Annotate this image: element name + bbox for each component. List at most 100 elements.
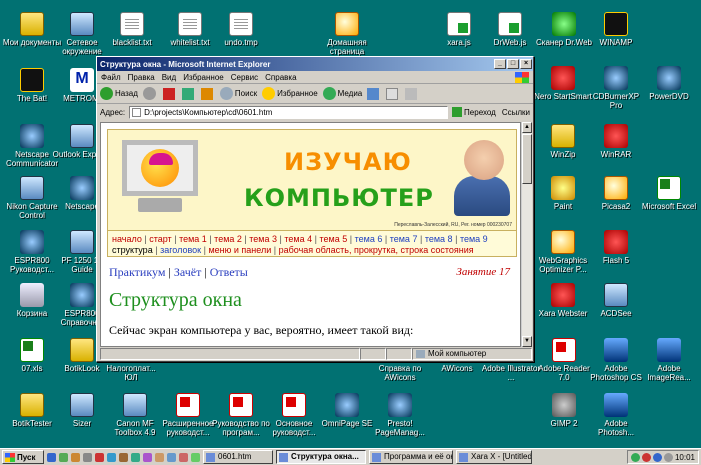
quicklaunch-icon[interactable] — [191, 452, 200, 462]
links-button[interactable]: Ссылки — [502, 108, 530, 117]
desktop-icon-presto[interactable]: Presto! PageManag... — [370, 393, 430, 437]
desktop-icon-main-guide[interactable]: Основное руководст... — [264, 393, 324, 437]
quicklaunch-icon[interactable] — [107, 452, 116, 462]
go-button[interactable]: Переход — [452, 107, 496, 117]
quicklaunch-icon[interactable] — [131, 452, 140, 462]
nav-link-topic-1[interactable]: тема 1 — [179, 234, 207, 244]
tray-icon[interactable] — [641, 452, 651, 462]
refresh-button[interactable] — [181, 87, 196, 100]
nav-link-title[interactable]: заголовок — [160, 245, 201, 255]
desktop-icon-powerdvd[interactable]: PowerDVD — [639, 66, 699, 101]
clock[interactable]: 10:01 — [675, 453, 695, 462]
quicklaunch-icon[interactable] — [167, 452, 176, 462]
desktop-icon-sizer[interactable]: Sizer — [52, 393, 112, 428]
address-input[interactable]: D:\projects\Компьютер\cd\0601.htm — [129, 105, 449, 119]
forward-button[interactable] — [142, 87, 158, 100]
desktop-icon-homepage[interactable]: Домашняя страница — [317, 12, 377, 56]
scroll-down-button[interactable]: ▼ — [522, 336, 532, 347]
task-structure-window[interactable]: Структура окна... — [276, 450, 366, 464]
menu-help[interactable]: Справка — [265, 73, 296, 82]
nav-link-topic-3[interactable]: тема 3 — [249, 234, 277, 244]
desktop-icon-webgraphics[interactable]: WebGraphics Optimizer P... — [533, 230, 593, 274]
volume-icon[interactable] — [663, 452, 673, 462]
excel-file-icon — [20, 338, 44, 362]
maximize-button[interactable]: □ — [507, 59, 519, 69]
desktop-icon-undo[interactable]: undo.tmp — [211, 12, 271, 47]
network-icon — [70, 12, 94, 36]
desktop-icon-paint[interactable]: Paint — [533, 176, 593, 211]
media-button[interactable]: Медиа — [322, 87, 362, 100]
desktop-icon-photoshop-cs[interactable]: Adobe Photoshop CS — [586, 338, 646, 382]
desktop-icon-nero[interactable]: Nero StartSmart — [533, 66, 593, 101]
home-button[interactable] — [200, 87, 215, 100]
task-xara[interactable]: Xara X - [Untitled1 *] — [456, 450, 532, 464]
quicklaunch-ie-icon[interactable] — [47, 452, 56, 462]
link-practicum[interactable]: Практикум — [109, 265, 165, 279]
desktop-icon-winamp[interactable]: WINAMP — [586, 12, 646, 47]
quicklaunch-icon[interactable] — [119, 452, 128, 462]
link-answers[interactable]: Ответы — [210, 265, 248, 279]
menu-tools[interactable]: Сервис — [231, 73, 258, 82]
scroll-thumb[interactable] — [522, 134, 532, 184]
menu-favorites[interactable]: Избранное — [183, 73, 224, 82]
nav-link-topic-9[interactable]: тема 9 — [460, 234, 488, 244]
desktop-icon-blacklist[interactable]: blacklist.txt — [102, 12, 162, 47]
quicklaunch-icon[interactable] — [179, 452, 188, 462]
history-button[interactable] — [367, 87, 381, 100]
nav-link-topic-8[interactable]: тема 8 — [425, 234, 453, 244]
desktop-icon-excel[interactable]: Microsoft Excel — [639, 176, 699, 211]
tray-icon[interactable] — [652, 452, 662, 462]
menu-view[interactable]: Вид — [162, 73, 176, 82]
start-button[interactable]: Пуск — [2, 450, 44, 464]
desktop-icon-canon-toolbox[interactable]: Canon MF Toolbox 4.9 — [105, 393, 165, 437]
mail-button[interactable] — [386, 87, 400, 100]
desktop-icon-ext-guide[interactable]: Расширенное руководст... — [158, 393, 218, 437]
back-button[interactable]: Назад — [100, 87, 138, 100]
desktop-icon-acdsee[interactable]: ACDSee — [586, 283, 646, 318]
desktop-icon-photoshop[interactable]: Adobe Photosh... — [586, 393, 646, 437]
desktop-icon-gimp[interactable]: GIMP 2 — [534, 393, 594, 428]
search-button[interactable]: Поиск — [219, 87, 257, 100]
desktop-icon-xara-webster[interactable]: Xara Webster — [533, 283, 593, 318]
nav-link-topic-4[interactable]: тема 4 — [284, 234, 312, 244]
quicklaunch-icon[interactable] — [71, 452, 80, 462]
quicklaunch-icon[interactable] — [95, 452, 104, 462]
quicklaunch-icon[interactable] — [155, 452, 164, 462]
desktop-icon-drweb-scanner[interactable]: Сканер Dr.Web — [534, 12, 594, 47]
nav-link-topic-5[interactable]: тема 5 — [320, 234, 348, 244]
quicklaunch-icon[interactable] — [143, 452, 152, 462]
nav-link-topic-6[interactable]: тема 6 — [355, 234, 383, 244]
menu-edit[interactable]: Правка — [128, 73, 155, 82]
desktop-icon-imageready[interactable]: Adobe ImageRea... — [639, 338, 699, 382]
desktop-icon-prog-guide[interactable]: Руководство по програм... — [211, 393, 271, 437]
quicklaunch-desktop-icon[interactable] — [59, 452, 68, 462]
nav-link-topic-7[interactable]: тема 7 — [390, 234, 418, 244]
desktop-icon-omnipage[interactable]: OmniPage SE — [317, 393, 377, 428]
favorites-button[interactable]: Избранное — [262, 87, 318, 100]
scroll-up-button[interactable]: ▲ — [522, 122, 532, 133]
nav-link-start[interactable]: старт — [149, 234, 171, 244]
link-zachet[interactable]: Зачёт — [174, 265, 201, 279]
desktop-icon-winrar[interactable]: WinRAR — [586, 124, 646, 159]
stop-button[interactable] — [162, 87, 177, 100]
minimize-button[interactable]: _ — [494, 59, 506, 69]
nav-link-workarea[interactable]: рабочая область, прокрутка, строка состо… — [279, 245, 474, 255]
close-button[interactable]: × — [520, 59, 532, 69]
quicklaunch-icon[interactable] — [83, 452, 92, 462]
window-titlebar[interactable]: Структура окна - Microsoft Internet Expl… — [97, 57, 533, 71]
vertical-scrollbar[interactable]: ▲ ▼ — [521, 122, 532, 347]
nav-link-topic-2[interactable]: тема 2 — [214, 234, 242, 244]
task-program-window[interactable]: Программа и её ок... — [369, 450, 453, 464]
menu-file[interactable]: Файл — [101, 73, 121, 82]
print-button[interactable] — [405, 87, 419, 100]
nav-link-start-page[interactable]: начало — [112, 234, 142, 244]
nav-link-menus[interactable]: меню и панели — [208, 245, 271, 255]
desktop-icon-cdburner[interactable]: CDBurnerXP Pro — [586, 66, 646, 110]
desktop-icon-flash5[interactable]: Flash 5 — [586, 230, 646, 265]
desktop-icon-winzip[interactable]: WinZip — [533, 124, 593, 159]
task-0601-htm[interactable]: 0601.htm — [203, 450, 273, 464]
desktop-icon-adobe-reader[interactable]: Adobe Reader 7.0 — [534, 338, 594, 382]
desktop-icon-drweb-js[interactable]: DrWeb.js — [480, 12, 540, 47]
tray-icon[interactable] — [630, 452, 640, 462]
desktop-icon-picasa[interactable]: Picasa2 — [586, 176, 646, 211]
